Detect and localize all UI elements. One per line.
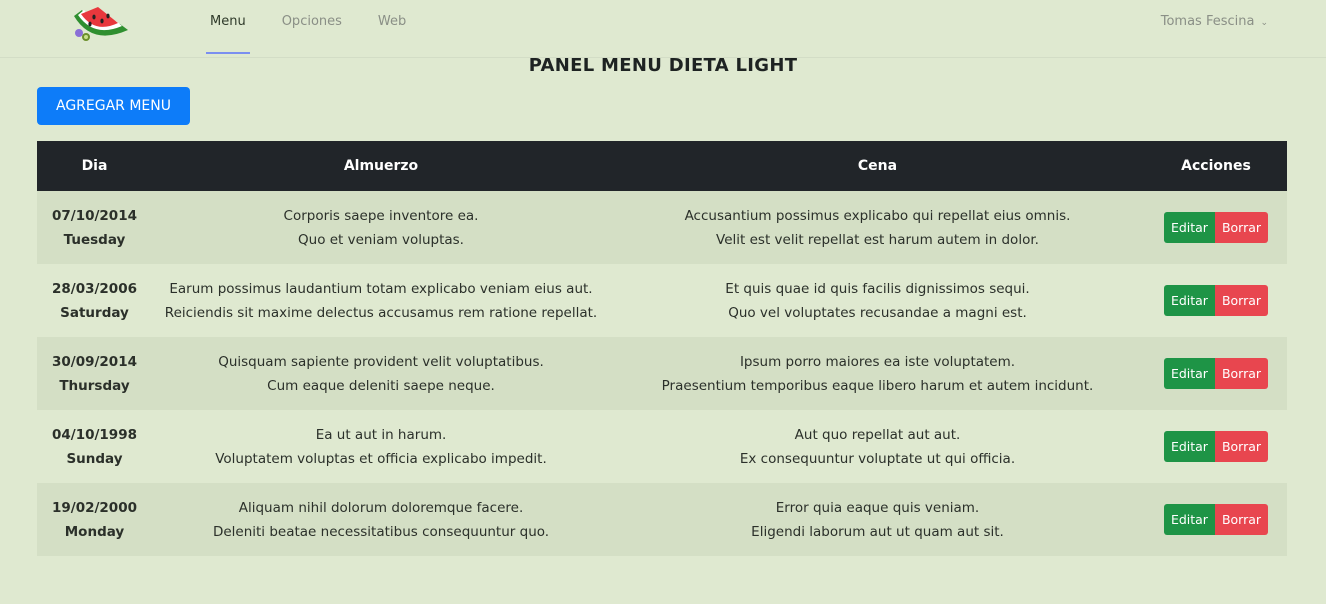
cena-line: Aut quo repellat aut aut. xyxy=(794,426,961,443)
page-title: PANEL MENU DIETA LIGHT xyxy=(528,55,798,76)
table-row: 04/10/1998 Sunday Ea ut aut in harum. Vo… xyxy=(37,410,1287,483)
cena-line: Ipsum porro maiores ea iste voluptatem. xyxy=(739,353,1016,370)
weekday-text: Saturday xyxy=(60,304,129,321)
weekday-text: Sunday xyxy=(66,450,123,467)
edit-button[interactable]: Editar xyxy=(1163,431,1215,462)
almuerzo-line: Aliquam nihil dolorum doloremque facere. xyxy=(238,499,524,516)
action-button-group: Editar Borrar xyxy=(1163,358,1269,389)
column-header-dia: Dia xyxy=(81,158,108,174)
column-header-acciones: Acciones xyxy=(1181,158,1251,174)
acciones-cell: Editar Borrar xyxy=(1145,410,1287,483)
edit-button[interactable]: Editar xyxy=(1163,358,1215,389)
nav-link-menu[interactable]: Menu xyxy=(206,0,250,56)
almuerzo-line: Ea ut aut in harum. xyxy=(315,426,447,443)
cena-line: Velit est velit repellat est harum autem… xyxy=(716,231,1039,248)
weekday-text: Monday xyxy=(64,523,125,540)
dia-cell: 30/09/2014 Thursday xyxy=(37,337,152,410)
delete-button[interactable]: Borrar xyxy=(1214,431,1269,462)
edit-button[interactable]: Editar xyxy=(1163,504,1215,535)
cena-line: Ex consequuntur voluptate ut qui officia… xyxy=(739,450,1016,467)
almuerzo-line: Corporis saepe inventore ea. xyxy=(283,207,479,224)
almuerzo-line: Earum possimus laudantium totam explicab… xyxy=(169,280,593,297)
watermelon-logo-icon[interactable] xyxy=(70,4,132,44)
acciones-cell: Editar Borrar xyxy=(1145,483,1287,556)
add-menu-button[interactable]: AGREGAR MENU xyxy=(37,87,190,125)
almuerzo-line: Quisquam sapiente provident velit volupt… xyxy=(218,353,544,370)
date-text: 04/10/1998 xyxy=(51,426,137,443)
cena-cell: Ipsum porro maiores ea iste voluptatem. … xyxy=(610,337,1145,410)
action-button-group: Editar Borrar xyxy=(1163,212,1269,243)
table-row: 28/03/2006 Saturday Earum possimus lauda… xyxy=(37,264,1287,337)
table-body: 07/10/2014 Tuesday Corporis saepe invent… xyxy=(37,191,1287,556)
delete-button[interactable]: Borrar xyxy=(1214,504,1269,535)
almuerzo-line: Reiciendis sit maxime delectus accusamus… xyxy=(164,304,598,321)
cena-line: Quo vel voluptates recusandae a magni es… xyxy=(728,304,1027,321)
user-menu[interactable]: Tomas Fescina ⌄ xyxy=(1161,0,1268,44)
delete-button[interactable]: Borrar xyxy=(1214,285,1269,316)
date-text: 30/09/2014 xyxy=(51,353,137,370)
cena-line: Et quis quae id quis facilis dignissimos… xyxy=(725,280,1030,297)
table-row: 30/09/2014 Thursday Quisquam sapiente pr… xyxy=(37,337,1287,410)
cena-line: Accusantium possimus explicabo qui repel… xyxy=(684,207,1071,224)
edit-button[interactable]: Editar xyxy=(1163,285,1215,316)
date-text: 07/10/2014 xyxy=(51,207,137,224)
cena-cell: Accusantium possimus explicabo qui repel… xyxy=(610,191,1145,264)
acciones-cell: Editar Borrar xyxy=(1145,337,1287,410)
cena-line: Error quia eaque quis veniam. xyxy=(775,499,980,516)
weekday-text: Thursday xyxy=(59,377,130,394)
weekday-text: Tuesday xyxy=(63,231,126,248)
almuerzo-cell: Quisquam sapiente provident velit volupt… xyxy=(152,337,610,410)
table-header: Dia Almuerzo Cena Acciones xyxy=(37,141,1287,191)
cena-cell: Error quia eaque quis veniam. Eligendi l… xyxy=(610,483,1145,556)
user-name: Tomas Fescina xyxy=(1160,14,1255,29)
acciones-cell: Editar Borrar xyxy=(1145,191,1287,264)
almuerzo-cell: Ea ut aut in harum. Voluptatem voluptas … xyxy=(152,410,610,483)
action-button-group: Editar Borrar xyxy=(1163,504,1269,535)
almuerzo-cell: Corporis saepe inventore ea. Quo et veni… xyxy=(152,191,610,264)
column-header-almuerzo: Almuerzo xyxy=(343,158,419,174)
navbar: Menu Opciones Web Tomas Fescina ⌄ xyxy=(0,0,1326,58)
delete-button[interactable]: Borrar xyxy=(1214,212,1269,243)
acciones-cell: Editar Borrar xyxy=(1145,264,1287,337)
dia-cell: 04/10/1998 Sunday xyxy=(37,410,152,483)
action-button-group: Editar Borrar xyxy=(1163,431,1269,462)
nav-link-web[interactable]: Web xyxy=(374,0,410,56)
table-row: 07/10/2014 Tuesday Corporis saepe invent… xyxy=(37,191,1287,264)
almuerzo-cell: Earum possimus laudantium totam explicab… xyxy=(152,264,610,337)
almuerzo-cell: Aliquam nihil dolorum doloremque facere.… xyxy=(152,483,610,556)
nav-link-opciones[interactable]: Opciones xyxy=(278,0,346,56)
almuerzo-line: Voluptatem voluptas et officia explicabo… xyxy=(215,450,547,467)
cena-cell: Aut quo repellat aut aut. Ex consequuntu… xyxy=(610,410,1145,483)
delete-button[interactable]: Borrar xyxy=(1214,358,1269,389)
dia-cell: 28/03/2006 Saturday xyxy=(37,264,152,337)
almuerzo-line: Deleniti beatae necessitatibus consequun… xyxy=(212,523,550,540)
dia-cell: 19/02/2000 Monday xyxy=(37,483,152,556)
dia-cell: 07/10/2014 Tuesday xyxy=(37,191,152,264)
action-button-group: Editar Borrar xyxy=(1163,285,1269,316)
almuerzo-line: Quo et veniam voluptas. xyxy=(298,231,464,248)
nav-links: Menu Opciones Web xyxy=(206,0,438,56)
column-header-cena: Cena xyxy=(857,158,898,174)
date-text: 28/03/2006 xyxy=(51,280,137,297)
cena-line: Praesentium temporibus eaque libero haru… xyxy=(661,377,1094,394)
chevron-down-icon: ⌄ xyxy=(1260,18,1268,28)
almuerzo-line: Cum eaque deleniti saepe neque. xyxy=(267,377,495,394)
edit-button[interactable]: Editar xyxy=(1163,212,1215,243)
menu-table: Dia Almuerzo Cena Acciones 07/10/2014 Tu… xyxy=(37,141,1287,556)
table-row: 19/02/2000 Monday Aliquam nihil dolorum … xyxy=(37,483,1287,556)
cena-cell: Et quis quae id quis facilis dignissimos… xyxy=(610,264,1145,337)
cena-line: Eligendi laborum aut ut quam aut sit. xyxy=(751,523,1004,540)
date-text: 19/02/2000 xyxy=(51,499,137,516)
